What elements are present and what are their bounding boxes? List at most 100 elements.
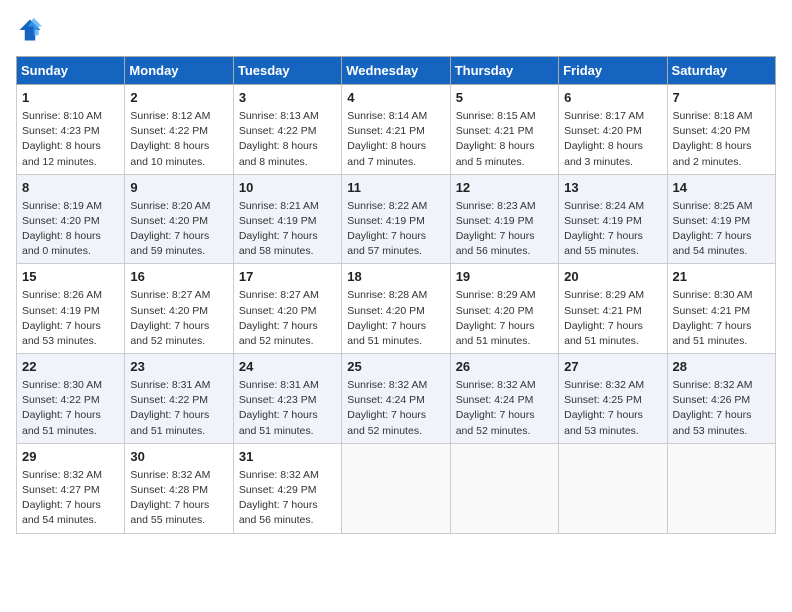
day-info: Sunrise: 8:32 AMSunset: 4:29 PMDaylight:… <box>239 469 319 527</box>
calendar-day-cell: 27 Sunrise: 8:32 AMSunset: 4:25 PMDaylig… <box>559 354 667 444</box>
day-number: 5 <box>456 89 553 108</box>
day-info: Sunrise: 8:23 AMSunset: 4:19 PMDaylight:… <box>456 200 536 258</box>
day-info: Sunrise: 8:26 AMSunset: 4:19 PMDaylight:… <box>22 289 102 347</box>
day-info: Sunrise: 8:32 AMSunset: 4:25 PMDaylight:… <box>564 379 644 437</box>
day-info: Sunrise: 8:27 AMSunset: 4:20 PMDaylight:… <box>130 289 210 347</box>
day-info: Sunrise: 8:29 AMSunset: 4:20 PMDaylight:… <box>456 289 536 347</box>
calendar-week-row: 1 Sunrise: 8:10 AMSunset: 4:23 PMDayligh… <box>17 85 776 175</box>
day-number: 30 <box>130 448 227 467</box>
day-info: Sunrise: 8:32 AMSunset: 4:24 PMDaylight:… <box>347 379 427 437</box>
day-info: Sunrise: 8:18 AMSunset: 4:20 PMDaylight:… <box>673 110 753 168</box>
day-info: Sunrise: 8:32 AMSunset: 4:24 PMDaylight:… <box>456 379 536 437</box>
calendar-day-cell <box>450 443 558 533</box>
calendar-day-cell <box>559 443 667 533</box>
day-info: Sunrise: 8:10 AMSunset: 4:23 PMDaylight:… <box>22 110 102 168</box>
day-info: Sunrise: 8:32 AMSunset: 4:28 PMDaylight:… <box>130 469 210 527</box>
calendar-day-cell: 8 Sunrise: 8:19 AMSunset: 4:20 PMDayligh… <box>17 174 125 264</box>
day-info: Sunrise: 8:25 AMSunset: 4:19 PMDaylight:… <box>673 200 753 258</box>
calendar-day-cell: 9 Sunrise: 8:20 AMSunset: 4:20 PMDayligh… <box>125 174 233 264</box>
day-number: 14 <box>673 179 770 198</box>
day-info: Sunrise: 8:30 AMSunset: 4:22 PMDaylight:… <box>22 379 102 437</box>
day-number: 13 <box>564 179 661 198</box>
calendar-day-cell: 3 Sunrise: 8:13 AMSunset: 4:22 PMDayligh… <box>233 85 341 175</box>
day-number: 7 <box>673 89 770 108</box>
day-number: 8 <box>22 179 119 198</box>
day-info: Sunrise: 8:22 AMSunset: 4:19 PMDaylight:… <box>347 200 427 258</box>
day-info: Sunrise: 8:14 AMSunset: 4:21 PMDaylight:… <box>347 110 427 168</box>
day-info: Sunrise: 8:15 AMSunset: 4:21 PMDaylight:… <box>456 110 536 168</box>
day-number: 26 <box>456 358 553 377</box>
day-info: Sunrise: 8:30 AMSunset: 4:21 PMDaylight:… <box>673 289 753 347</box>
calendar-body: 1 Sunrise: 8:10 AMSunset: 4:23 PMDayligh… <box>17 85 776 534</box>
day-of-week-header: Thursday <box>450 57 558 85</box>
day-info: Sunrise: 8:31 AMSunset: 4:22 PMDaylight:… <box>130 379 210 437</box>
calendar-day-cell: 10 Sunrise: 8:21 AMSunset: 4:19 PMDaylig… <box>233 174 341 264</box>
day-info: Sunrise: 8:21 AMSunset: 4:19 PMDaylight:… <box>239 200 319 258</box>
day-number: 19 <box>456 268 553 287</box>
day-number: 29 <box>22 448 119 467</box>
header <box>16 16 776 44</box>
day-number: 12 <box>456 179 553 198</box>
day-number: 24 <box>239 358 336 377</box>
day-number: 22 <box>22 358 119 377</box>
day-of-week-header: Sunday <box>17 57 125 85</box>
calendar-day-cell: 11 Sunrise: 8:22 AMSunset: 4:19 PMDaylig… <box>342 174 450 264</box>
calendar-day-cell: 17 Sunrise: 8:27 AMSunset: 4:20 PMDaylig… <box>233 264 341 354</box>
day-number: 18 <box>347 268 444 287</box>
day-info: Sunrise: 8:20 AMSunset: 4:20 PMDaylight:… <box>130 200 210 258</box>
day-info: Sunrise: 8:29 AMSunset: 4:21 PMDaylight:… <box>564 289 644 347</box>
calendar-day-cell: 20 Sunrise: 8:29 AMSunset: 4:21 PMDaylig… <box>559 264 667 354</box>
day-number: 4 <box>347 89 444 108</box>
calendar-day-cell: 30 Sunrise: 8:32 AMSunset: 4:28 PMDaylig… <box>125 443 233 533</box>
day-info: Sunrise: 8:28 AMSunset: 4:20 PMDaylight:… <box>347 289 427 347</box>
day-number: 27 <box>564 358 661 377</box>
calendar-day-cell: 5 Sunrise: 8:15 AMSunset: 4:21 PMDayligh… <box>450 85 558 175</box>
day-of-week-header: Wednesday <box>342 57 450 85</box>
day-number: 20 <box>564 268 661 287</box>
calendar-day-cell: 21 Sunrise: 8:30 AMSunset: 4:21 PMDaylig… <box>667 264 775 354</box>
calendar-day-cell: 28 Sunrise: 8:32 AMSunset: 4:26 PMDaylig… <box>667 354 775 444</box>
day-of-week-header: Friday <box>559 57 667 85</box>
day-number: 15 <box>22 268 119 287</box>
calendar-day-cell: 22 Sunrise: 8:30 AMSunset: 4:22 PMDaylig… <box>17 354 125 444</box>
day-number: 25 <box>347 358 444 377</box>
calendar-week-row: 15 Sunrise: 8:26 AMSunset: 4:19 PMDaylig… <box>17 264 776 354</box>
calendar-table: SundayMondayTuesdayWednesdayThursdayFrid… <box>16 56 776 534</box>
day-number: 9 <box>130 179 227 198</box>
calendar-day-cell: 7 Sunrise: 8:18 AMSunset: 4:20 PMDayligh… <box>667 85 775 175</box>
calendar-day-cell: 16 Sunrise: 8:27 AMSunset: 4:20 PMDaylig… <box>125 264 233 354</box>
day-info: Sunrise: 8:31 AMSunset: 4:23 PMDaylight:… <box>239 379 319 437</box>
calendar-day-cell <box>342 443 450 533</box>
calendar-day-cell: 13 Sunrise: 8:24 AMSunset: 4:19 PMDaylig… <box>559 174 667 264</box>
calendar-day-cell: 4 Sunrise: 8:14 AMSunset: 4:21 PMDayligh… <box>342 85 450 175</box>
day-of-week-header: Saturday <box>667 57 775 85</box>
calendar-day-cell: 24 Sunrise: 8:31 AMSunset: 4:23 PMDaylig… <box>233 354 341 444</box>
calendar-day-cell: 31 Sunrise: 8:32 AMSunset: 4:29 PMDaylig… <box>233 443 341 533</box>
day-of-week-header: Monday <box>125 57 233 85</box>
calendar-day-cell: 23 Sunrise: 8:31 AMSunset: 4:22 PMDaylig… <box>125 354 233 444</box>
day-info: Sunrise: 8:13 AMSunset: 4:22 PMDaylight:… <box>239 110 319 168</box>
calendar-day-cell: 12 Sunrise: 8:23 AMSunset: 4:19 PMDaylig… <box>450 174 558 264</box>
day-number: 2 <box>130 89 227 108</box>
calendar-week-row: 8 Sunrise: 8:19 AMSunset: 4:20 PMDayligh… <box>17 174 776 264</box>
calendar-day-cell: 19 Sunrise: 8:29 AMSunset: 4:20 PMDaylig… <box>450 264 558 354</box>
day-number: 6 <box>564 89 661 108</box>
day-number: 23 <box>130 358 227 377</box>
day-number: 3 <box>239 89 336 108</box>
day-info: Sunrise: 8:12 AMSunset: 4:22 PMDaylight:… <box>130 110 210 168</box>
day-number: 17 <box>239 268 336 287</box>
calendar-day-cell: 26 Sunrise: 8:32 AMSunset: 4:24 PMDaylig… <box>450 354 558 444</box>
day-info: Sunrise: 8:27 AMSunset: 4:20 PMDaylight:… <box>239 289 319 347</box>
calendar-day-cell: 15 Sunrise: 8:26 AMSunset: 4:19 PMDaylig… <box>17 264 125 354</box>
logo-icon <box>16 16 44 44</box>
calendar-day-cell: 1 Sunrise: 8:10 AMSunset: 4:23 PMDayligh… <box>17 85 125 175</box>
day-number: 10 <box>239 179 336 198</box>
day-info: Sunrise: 8:17 AMSunset: 4:20 PMDaylight:… <box>564 110 644 168</box>
calendar-day-cell: 18 Sunrise: 8:28 AMSunset: 4:20 PMDaylig… <box>342 264 450 354</box>
day-number: 16 <box>130 268 227 287</box>
calendar-header-row: SundayMondayTuesdayWednesdayThursdayFrid… <box>17 57 776 85</box>
day-of-week-header: Tuesday <box>233 57 341 85</box>
day-info: Sunrise: 8:32 AMSunset: 4:27 PMDaylight:… <box>22 469 102 527</box>
calendar-week-row: 22 Sunrise: 8:30 AMSunset: 4:22 PMDaylig… <box>17 354 776 444</box>
logo <box>16 16 48 44</box>
